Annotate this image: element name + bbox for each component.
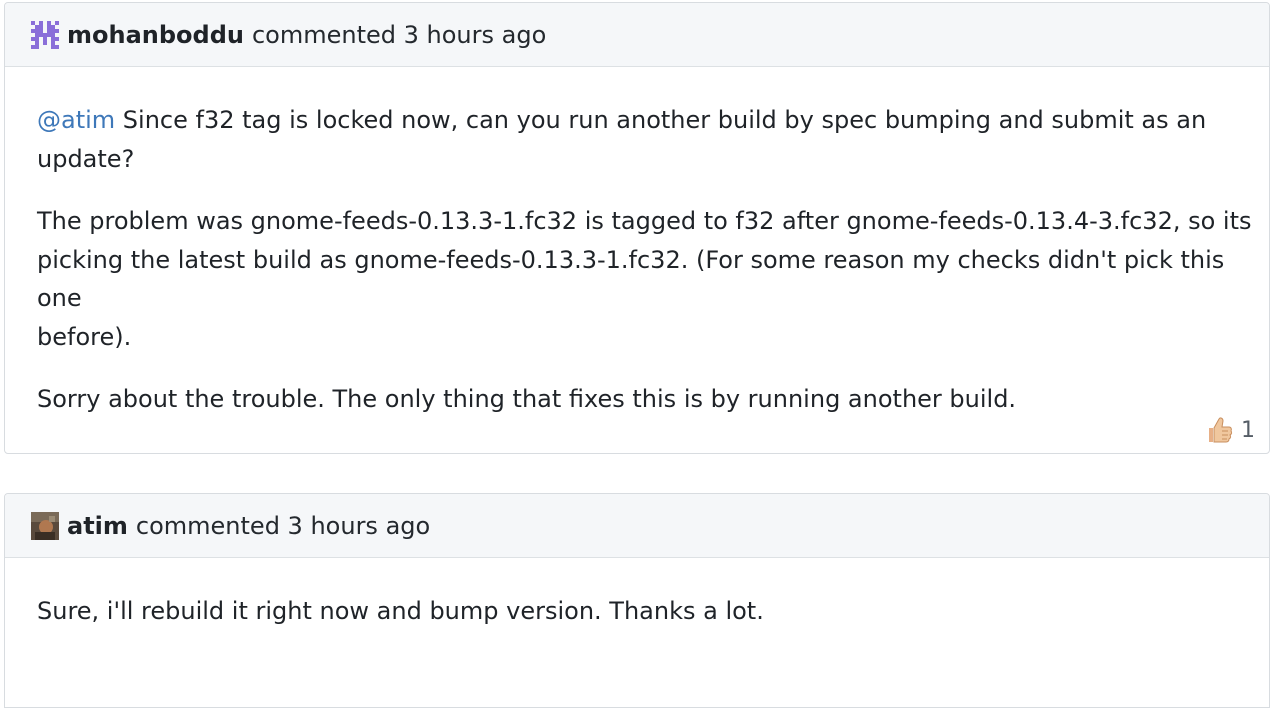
comment-card-mohanboddu: mohanboddu commented 3 hours ago @atim S…	[4, 2, 1270, 454]
comment-body: @atim Since f32 tag is locked now, can y…	[5, 67, 1269, 419]
comment-author[interactable]: mohanboddu	[67, 21, 244, 49]
comment-paragraph: The problem was gnome-feeds-0.13.3-1.fc3…	[37, 207, 1252, 351]
comment-paragraph: @atim Since f32 tag is locked now, can y…	[37, 101, 1269, 178]
comment-paragraph: Sure, i'll rebuild it right now and bump…	[37, 597, 764, 625]
avatar-photo[interactable]	[31, 511, 59, 540]
comment-author[interactable]: atim	[67, 512, 128, 540]
comment-timestamp: commented 3 hours ago	[251, 20, 547, 49]
thumbs-up-icon	[1209, 417, 1233, 443]
comment-paragraph: Sorry about the trouble. The only thing …	[37, 385, 1017, 413]
reaction-thumbs-up[interactable]: 1	[1205, 415, 1255, 445]
comment-paragraph-text: Since f32 tag is locked now, can you run…	[37, 106, 1207, 173]
user-mention-link[interactable]: @atim	[37, 106, 115, 134]
comment-header: mohanboddu commented 3 hours ago	[5, 3, 1269, 67]
comment-header: atim commented 3 hours ago	[5, 494, 1269, 558]
comment-timestamp: commented 3 hours ago	[135, 511, 431, 540]
comment-body: Sure, i'll rebuild it right now and bump…	[5, 558, 1269, 631]
reaction-count: 1	[1241, 417, 1255, 443]
avatar-identicon[interactable]	[31, 20, 59, 49]
comment-card-atim: atim commented 3 hours ago Sure, i'll re…	[4, 493, 1270, 708]
